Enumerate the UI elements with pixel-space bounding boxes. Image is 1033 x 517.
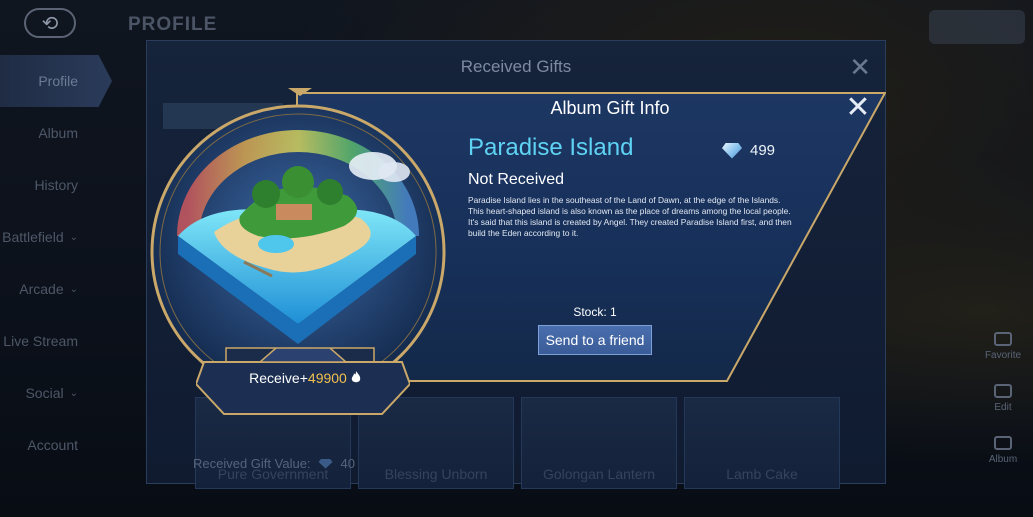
page-title: PROFILE	[128, 14, 218, 35]
flame-icon	[351, 371, 361, 383]
gift-value-amount: 40	[340, 456, 356, 471]
nav-item-album[interactable]: Album	[0, 107, 112, 159]
star-icon	[994, 331, 1012, 346]
chevron-down-icon: ⌄	[69, 283, 78, 295]
chevron-down-icon: ⌄	[69, 387, 78, 399]
rail-item-favorite[interactable]: Favorite	[973, 320, 1033, 372]
nav-item-arcade[interactable]: Arcade ⌄	[0, 263, 112, 315]
gift-card[interactable]: Lamb Cake	[684, 397, 840, 489]
gift-value-label: Received Gift Value:	[193, 456, 311, 471]
gift-name: Paradise Island	[468, 134, 634, 161]
send-to-friend-button[interactable]: Send to a friend	[538, 325, 652, 355]
nav-item-live-stream[interactable]: Live Stream	[0, 315, 112, 367]
gift-card-name: Golongan Lantern	[542, 466, 656, 482]
nav-label: Profile	[38, 73, 78, 89]
gift-description: Paradise Island lies in the southeast of…	[468, 195, 792, 238]
back-arrow-icon[interactable]: ⟲	[24, 8, 76, 38]
nav-label: Arcade	[19, 281, 64, 297]
price-value: 499	[750, 142, 776, 159]
gift-card[interactable]: Golongan Lantern	[521, 397, 677, 489]
chevron-down-icon: ⌄	[69, 231, 78, 243]
right-rail: Favorite Edit Album	[973, 320, 1033, 476]
rail-item-album[interactable]: Album	[973, 424, 1033, 476]
receive-reward: Receive+49900	[230, 370, 380, 386]
gift-card-name: Blessing Unborn	[384, 466, 488, 482]
received-gift-value: Received Gift Value: 40	[193, 456, 355, 471]
nav-label: Live Stream	[3, 333, 78, 349]
receive-status: Not Received	[468, 171, 565, 188]
stock-count: Stock: 1	[573, 305, 617, 319]
nav-item-profile[interactable]: Profile	[0, 55, 112, 107]
nav-item-battlefield[interactable]: Battlefield ⌄	[0, 211, 112, 263]
nav-item-social[interactable]: Social ⌄	[0, 367, 112, 419]
diamond-icon	[722, 142, 742, 159]
rail-label: Album	[988, 453, 1018, 465]
side-nav: Profile Album History Battlefield ⌄ Arcad…	[0, 55, 112, 471]
close-icon[interactable]: ✕	[843, 93, 873, 124]
info-panel-title: Album Gift Info	[550, 98, 670, 118]
nav-item-account[interactable]: Account	[0, 419, 112, 471]
rail-item-edit[interactable]: Edit	[973, 372, 1033, 424]
top-right-button[interactable]	[929, 10, 1025, 44]
nav-label: History	[34, 177, 78, 193]
rail-label: Edit	[994, 401, 1012, 413]
nav-label: Social	[25, 385, 64, 401]
nav-label: Album	[38, 125, 78, 141]
album-icon	[994, 435, 1012, 450]
edit-icon	[994, 383, 1012, 398]
close-icon[interactable]: ✕	[849, 54, 871, 80]
panel-title: Received Gifts	[460, 57, 572, 76]
nav-item-history[interactable]: History	[0, 159, 112, 211]
receive-label: Receive+	[249, 370, 308, 386]
diamond-icon	[318, 458, 333, 469]
gift-price: 499	[722, 142, 775, 159]
receive-amount: 49900	[307, 370, 347, 386]
nav-label: Battlefield	[2, 229, 64, 245]
gift-card-name: Lamb Cake	[726, 466, 798, 482]
nav-label: Account	[27, 437, 78, 453]
rail-label: Favorite	[984, 349, 1022, 361]
